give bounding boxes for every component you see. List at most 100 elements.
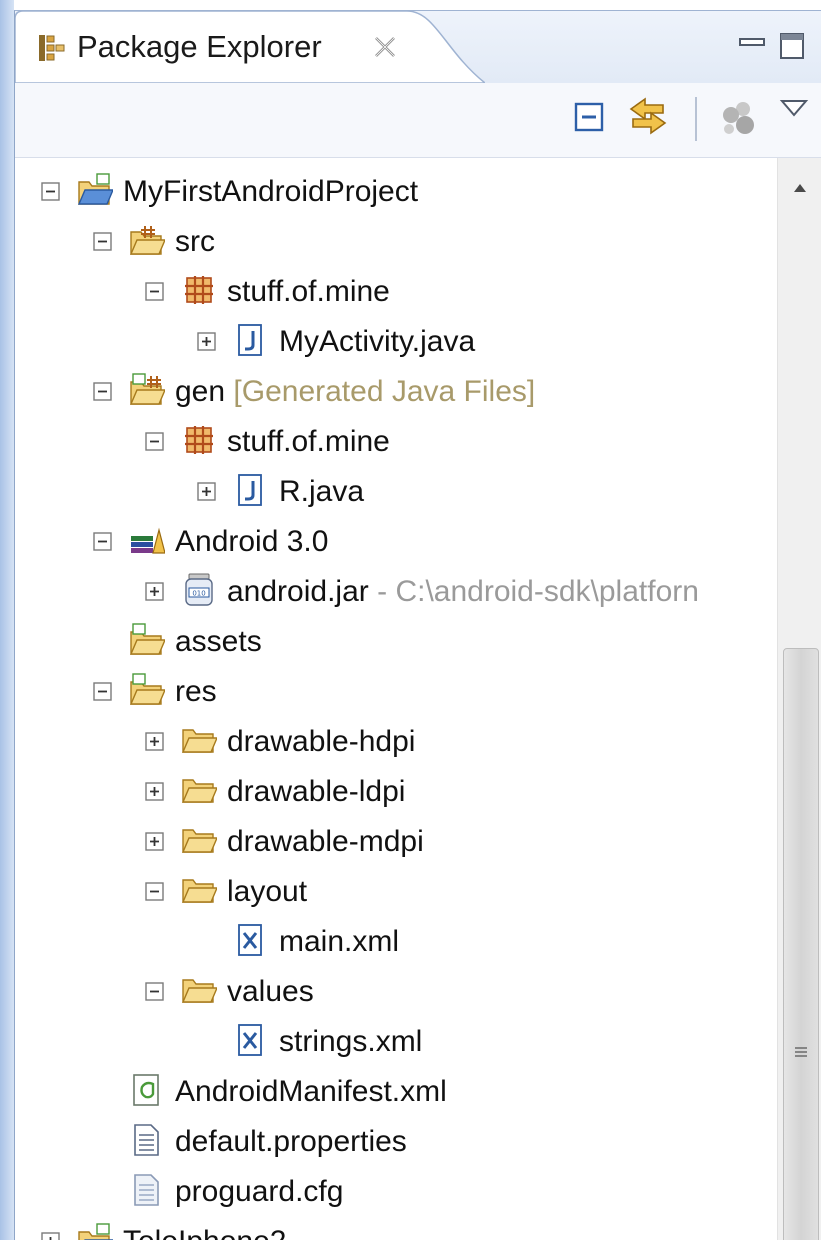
tab-package-explorer[interactable]: Package Explorer: [15, 11, 485, 83]
text-file-icon: [134, 1124, 159, 1156]
expand-toggle-icon[interactable]: [145, 782, 164, 801]
tree-item-label: MyActivity.java: [279, 325, 476, 358]
collapse-toggle-icon[interactable]: [41, 182, 60, 201]
tree-item-label: TeleIphone2: [123, 1225, 286, 1240]
collapse-toggle-icon[interactable]: [145, 882, 164, 901]
tree-row-folder[interactable]: values: [15, 966, 777, 1016]
tree-row-java-file[interactable]: MyActivity.java: [15, 316, 777, 366]
jar-path: C:\android-sdk\platforn: [395, 575, 699, 608]
tree-row-folder[interactable]: drawable-mdpi: [15, 816, 777, 866]
android-manifest-icon: [133, 1074, 159, 1106]
tree-item-label: values: [227, 975, 314, 1008]
tree-row-folder[interactable]: drawable-hdpi: [15, 716, 777, 766]
collapse-toggle-icon[interactable]: [93, 682, 112, 701]
expand-toggle-icon[interactable]: [197, 332, 216, 351]
view-header: Package Explorer: [15, 11, 821, 84]
package-icon: [185, 426, 213, 454]
tree-row-jar[interactable]: 010 android.jar - C:\android-sdk\platfor…: [15, 566, 777, 616]
tree-row-xml-file[interactable]: main.xml: [15, 916, 777, 966]
package-explorer-icon: [39, 35, 65, 61]
expand-toggle-icon[interactable]: [197, 482, 216, 501]
jar-icon: 010: [185, 573, 213, 606]
xml-file-icon: [238, 924, 262, 956]
tree-row-java-file[interactable]: R.java: [15, 466, 777, 516]
tree-item-label: drawable-ldpi: [227, 775, 406, 808]
android-project-icon: [78, 1223, 113, 1240]
tree-item-label: assets: [175, 625, 262, 658]
vertical-scrollbar[interactable]: [777, 158, 821, 1240]
tree-item-label: res: [175, 675, 217, 708]
tree-row-text-file[interactable]: default.properties: [15, 1116, 777, 1166]
tree-row-folder[interactable]: layout: [15, 866, 777, 916]
tree-item-label: src: [175, 225, 215, 258]
tree-item-label: R.java: [279, 475, 365, 508]
maximize-icon[interactable]: [777, 29, 807, 61]
tree-row-res[interactable]: res: [15, 666, 777, 716]
expand-toggle-icon[interactable]: [145, 582, 164, 601]
expand-toggle-icon[interactable]: [145, 832, 164, 851]
tree-row-package[interactable]: stuff.of.mine: [15, 266, 777, 316]
tree-item-label: stuff.of.mine: [227, 425, 390, 458]
tree-item-label-group: android.jar - C:\android-sdk\platforn: [227, 575, 699, 609]
tree-row-src[interactable]: src: [15, 216, 777, 266]
collapse-all-icon[interactable]: [573, 101, 605, 133]
folder-icon: [129, 623, 165, 655]
tab-title: Package Explorer: [77, 29, 322, 64]
tree-row-package[interactable]: stuff.of.mine: [15, 416, 777, 466]
collapse-toggle-icon[interactable]: [145, 432, 164, 451]
tree-row-assets[interactable]: assets: [15, 616, 777, 666]
tree-item-label: layout: [227, 875, 308, 908]
tree-item-label: main.xml: [279, 925, 400, 958]
expand-toggle-icon[interactable]: [145, 732, 164, 751]
collapse-toggle-icon[interactable]: [145, 982, 164, 1001]
tree-row-xml-file[interactable]: strings.xml: [15, 1016, 777, 1066]
tree-item-label: MyFirstAndroidProject: [123, 175, 419, 208]
grip-icon: [795, 1047, 807, 1057]
xml-file-icon: [238, 1024, 262, 1056]
minimize-icon[interactable]: [737, 31, 767, 55]
jar-path-separator: -: [368, 575, 396, 608]
tree-row-gen[interactable]: gen [Generated Java Files]: [15, 366, 777, 416]
package-icon: [185, 276, 213, 304]
tree-row-android-library[interactable]: Android 3.0: [15, 516, 777, 566]
tree-item-label: drawable-mdpi: [227, 825, 424, 858]
tree-item-label: default.properties: [175, 1125, 407, 1158]
tree-item-label: Android 3.0: [175, 525, 329, 558]
tree-row-manifest[interactable]: AndroidManifest.xml: [15, 1066, 777, 1116]
package-explorer-window: Package Explorer MyFirstAndroidProject s…: [0, 0, 821, 1240]
close-icon[interactable]: [373, 35, 397, 59]
source-folder-icon: [129, 226, 165, 255]
tree-row-project[interactable]: TeleIphone2: [15, 1216, 777, 1240]
folder-icon: [181, 779, 217, 803]
project-tree[interactable]: MyFirstAndroidProject src stuff.of.mine …: [15, 158, 777, 1240]
folder-icon: [129, 673, 165, 705]
toolbar-separator: [695, 97, 697, 141]
tree-item-label: proguard.cfg: [175, 1175, 344, 1208]
scroll-up-arrow-icon[interactable]: [792, 182, 808, 194]
tree-item-label: android.jar: [227, 575, 369, 608]
collapse-toggle-icon[interactable]: [145, 282, 164, 301]
package-explorer-view: Package Explorer MyFirstAndroidProject s…: [14, 10, 821, 1240]
view-toolbar: [15, 83, 821, 158]
folder-icon: [181, 729, 217, 753]
library-container-icon: [131, 527, 165, 554]
view-menu-icon[interactable]: [779, 97, 809, 121]
svg-text:010: 010: [192, 590, 205, 598]
link-with-editor-icon[interactable]: [627, 97, 669, 135]
tree-row-text-file[interactable]: proguard.cfg: [15, 1166, 777, 1216]
tree-item-label: AndroidManifest.xml: [175, 1075, 447, 1108]
scrollbar-thumb[interactable]: [783, 648, 819, 1240]
java-file-icon: [238, 474, 262, 506]
expand-toggle-icon[interactable]: [41, 1232, 60, 1240]
collapse-toggle-icon[interactable]: [93, 532, 112, 551]
tree-row-folder[interactable]: drawable-ldpi: [15, 766, 777, 816]
java-file-icon: [238, 324, 262, 356]
tree-item-label: stuff.of.mine: [227, 275, 390, 308]
collapse-toggle-icon[interactable]: [93, 382, 112, 401]
filters-icon[interactable]: [715, 99, 759, 139]
folder-icon: [181, 879, 217, 903]
android-project-icon: [77, 173, 113, 205]
tree-row-project[interactable]: MyFirstAndroidProject: [15, 166, 777, 216]
collapse-toggle-icon[interactable]: [93, 232, 112, 251]
tree-item-label-group: gen [Generated Java Files]: [175, 375, 535, 409]
